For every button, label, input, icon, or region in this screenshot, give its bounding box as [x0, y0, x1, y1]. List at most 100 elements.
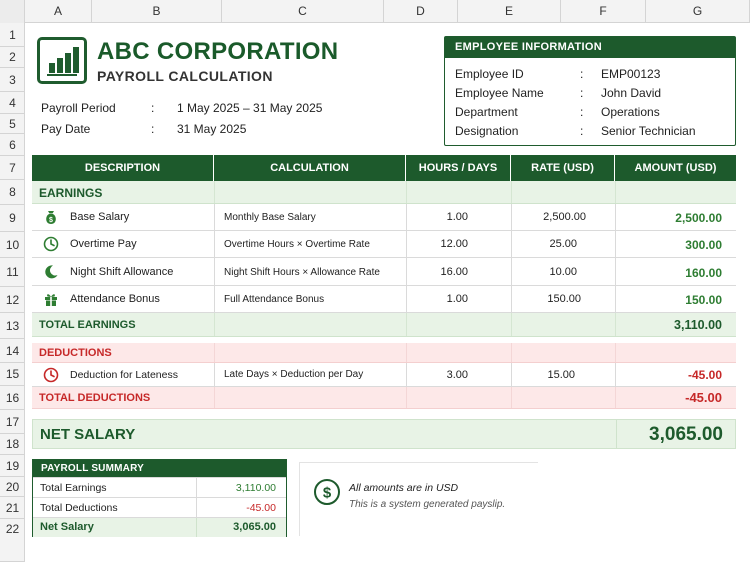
- row-header-8[interactable]: 8: [0, 180, 25, 205]
- earning-calc: Monthly Base Salary: [224, 212, 316, 223]
- summary-row[interactable]: Total Deductions -45.00: [33, 497, 286, 517]
- earning-desc: Base Salary: [70, 211, 130, 223]
- total-earnings-row[interactable]: TOTAL EARNINGS 3,110.00: [32, 313, 736, 337]
- earning-amount: 300.00: [685, 238, 722, 252]
- row-header-4[interactable]: 4: [0, 92, 25, 114]
- row-header-7[interactable]: 7: [0, 156, 25, 180]
- bar-chart-icon: [37, 37, 87, 84]
- row-header-13[interactable]: 13: [0, 313, 25, 339]
- header-calculation[interactable]: CALCULATION: [214, 155, 406, 181]
- row-header-1[interactable]: 1: [0, 23, 25, 47]
- employee-id-label: Employee ID: [455, 67, 524, 81]
- row-header-21[interactable]: 21: [0, 497, 25, 519]
- column-header-c[interactable]: C: [222, 0, 384, 23]
- earning-amount: 2,500.00: [675, 211, 722, 225]
- row-header-2[interactable]: 2: [0, 47, 25, 68]
- row-header-20[interactable]: 20: [0, 477, 25, 497]
- header-amount[interactable]: AMOUNT (USD): [615, 155, 736, 181]
- earnings-section-row[interactable]: EARNINGS: [32, 181, 736, 204]
- employee-info-box: EMPLOYEE INFORMATION Employee ID : EMP00…: [444, 36, 736, 146]
- payroll-summary-box: PAYROLL SUMMARY Total Earnings 3,110.00 …: [32, 459, 287, 537]
- net-salary-label: NET SALARY: [40, 426, 136, 443]
- row-header-19[interactable]: 19: [0, 455, 25, 477]
- earning-hours: 1.00: [446, 211, 468, 223]
- employee-id-value[interactable]: EMP00123: [601, 67, 660, 81]
- row-header-17[interactable]: 17: [0, 410, 25, 434]
- column-header-b[interactable]: B: [92, 0, 222, 23]
- net-salary-row[interactable]: NET SALARY 3,065.00: [32, 419, 736, 449]
- deductions-section-row[interactable]: DEDUCTIONS: [32, 343, 736, 363]
- svg-text:$: $: [49, 217, 53, 224]
- column-header-e[interactable]: E: [458, 0, 561, 23]
- column-header-d[interactable]: D: [384, 0, 458, 23]
- department-label: Department: [455, 105, 518, 119]
- payroll-period-sep: :: [151, 101, 155, 115]
- deduction-calc: Late Days × Deduction per Day: [224, 369, 364, 380]
- summary-value: 3,110.00: [235, 482, 276, 494]
- earning-amount: 160.00: [685, 266, 722, 280]
- row-header-14[interactable]: 14: [0, 339, 25, 363]
- deduction-rate: 15.00: [547, 369, 575, 381]
- document-subtitle: PAYROLL CALCULATION: [97, 68, 273, 84]
- column-header-f[interactable]: F: [561, 0, 646, 23]
- summary-row[interactable]: Total Earnings 3,110.00: [33, 477, 286, 497]
- employee-name-value[interactable]: John David: [601, 86, 661, 100]
- employee-info-title: EMPLOYEE INFORMATION: [445, 37, 735, 58]
- summary-value: 3,065.00: [233, 521, 276, 533]
- company-name: ABC CORPORATION: [97, 38, 339, 65]
- deduction-hours: 3.00: [446, 369, 468, 381]
- total-deductions-row[interactable]: TOTAL DEDUCTIONS -45.00: [32, 387, 736, 409]
- column-header-g[interactable]: G: [646, 0, 750, 23]
- row-header-6[interactable]: 6: [0, 134, 25, 156]
- row-header-16[interactable]: 16: [0, 386, 25, 410]
- department-value[interactable]: Operations: [601, 105, 660, 119]
- table-row[interactable]: Deduction for Lateness Late Days × Deduc…: [32, 363, 736, 387]
- clock-icon: [43, 367, 59, 383]
- table-row[interactable]: Overtime Pay Overtime Hours × Overtime R…: [32, 231, 736, 258]
- spreadsheet: A B C D E F G 1 2 3 4 5 6 7 8 9 10 11 12…: [0, 0, 750, 562]
- department-sep: :: [580, 105, 584, 119]
- pay-date-value[interactable]: 31 May 2025: [177, 122, 246, 136]
- earning-rate: 150.00: [547, 293, 581, 305]
- header-rate[interactable]: RATE (USD): [511, 155, 615, 181]
- row-header-3[interactable]: 3: [0, 68, 25, 92]
- row-header-11[interactable]: 11: [0, 258, 25, 287]
- row-header-15[interactable]: 15: [0, 363, 25, 386]
- payroll-period-label: Payroll Period: [41, 101, 116, 115]
- designation-value[interactable]: Senior Technician: [601, 124, 696, 138]
- deductions-label: DEDUCTIONS: [39, 347, 112, 359]
- select-all-corner[interactable]: [0, 0, 25, 23]
- note-line-2: This is a system generated payslip.: [349, 499, 506, 510]
- row-header-5[interactable]: 5: [0, 114, 25, 134]
- table-row[interactable]: $ Base Salary Monthly Base Salary 1.00 2…: [32, 204, 736, 231]
- earning-calc: Night Shift Hours × Allowance Rate: [224, 267, 380, 278]
- earning-hours: 1.00: [446, 293, 468, 305]
- pay-date-sep: :: [151, 122, 155, 136]
- earning-hours: 12.00: [440, 238, 468, 250]
- svg-text:$: $: [323, 485, 332, 502]
- row-header-18[interactable]: 18: [0, 434, 25, 455]
- column-header-a[interactable]: A: [25, 0, 92, 23]
- row-header-bar: 1 2 3 4 5 6 7 8 9 10 11 12 13 14 15 16 1…: [0, 23, 25, 562]
- earning-desc: Night Shift Allowance: [70, 266, 174, 278]
- summary-label: Total Deductions: [40, 502, 118, 514]
- summary-row[interactable]: Net Salary 3,065.00: [33, 517, 286, 537]
- row-header-9[interactable]: 9: [0, 205, 25, 232]
- row-header-10[interactable]: 10: [0, 232, 25, 258]
- employee-name-sep: :: [580, 86, 584, 100]
- earning-rate: 2,500.00: [543, 211, 586, 223]
- table-row[interactable]: Attendance Bonus Full Attendance Bonus 1…: [32, 286, 736, 313]
- total-earnings-label: TOTAL EARNINGS: [39, 319, 136, 331]
- header-hours-days[interactable]: HOURS / DAYS: [406, 155, 511, 181]
- row-header-12[interactable]: 12: [0, 287, 25, 313]
- table-row[interactable]: Night Shift Allowance Night Shift Hours …: [32, 258, 736, 286]
- payroll-period-value[interactable]: 1 May 2025 – 31 May 2025: [177, 101, 322, 115]
- header-description[interactable]: DESCRIPTION: [32, 155, 214, 181]
- payroll-summary-title: PAYROLL SUMMARY: [33, 460, 286, 477]
- employee-id-sep: :: [580, 67, 584, 81]
- row-header-22[interactable]: 22: [0, 519, 25, 562]
- net-salary-value: 3,065.00: [649, 424, 723, 445]
- total-deductions-label: TOTAL DEDUCTIONS: [39, 392, 151, 404]
- money-bag-icon: $: [46, 211, 56, 224]
- summary-label: Net Salary: [40, 521, 94, 533]
